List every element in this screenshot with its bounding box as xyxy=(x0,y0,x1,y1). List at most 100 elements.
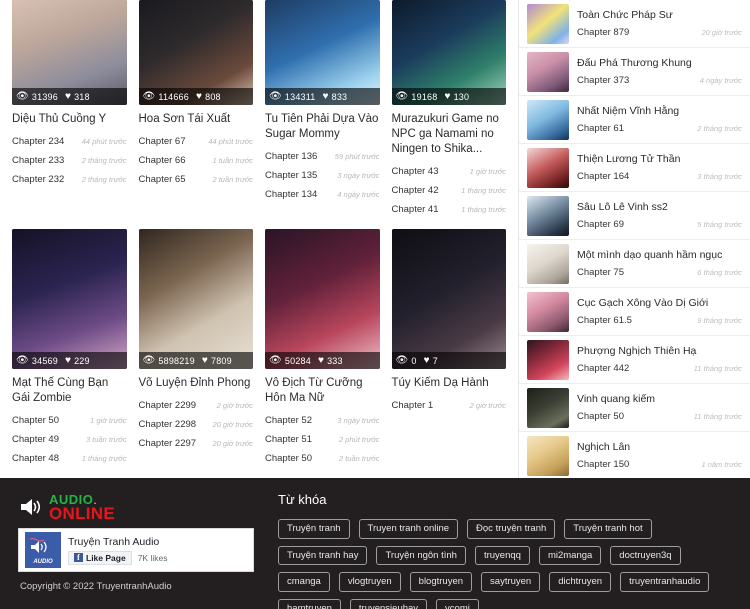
keyword-tag[interactable]: Truyện tranh xyxy=(278,519,350,539)
comic-title[interactable]: Vô Địch Từ Cưỡng Hôn Ma Nữ xyxy=(265,376,380,406)
sidebar-chapter[interactable]: Chapter 442 xyxy=(577,363,629,374)
sidebar-chapter[interactable]: Chapter 879 xyxy=(577,27,629,38)
keyword-tag[interactable]: Đọc truyện tranh xyxy=(467,519,556,539)
comic-thumbnail[interactable]: 👁 19168 ♥ 130 xyxy=(391,0,506,105)
sidebar-item-sau-lo-le-vinh-ss2[interactable]: Sâu Lô Lê Vinh ss2 Chapter 69 5 tháng tr… xyxy=(519,192,750,240)
comic-thumbnail[interactable]: 👁 5898219 ♥ 7809 xyxy=(138,229,253,369)
sidebar-item-title[interactable]: Toàn Chức Pháp Sư xyxy=(577,9,742,21)
keyword-tag[interactable]: vlogtruyen xyxy=(338,572,401,592)
sidebar-item-cuc-gach-xong-vao-di-gioi[interactable]: Cục Gạch Xông Vào Dị Giới Chapter 61.5 9… xyxy=(519,288,750,336)
sidebar-chapter[interactable]: Chapter 150 xyxy=(577,459,629,470)
keyword-tag[interactable]: vcomi xyxy=(436,598,479,609)
chapter-row[interactable]: Chapter 48 1 tháng trước xyxy=(12,449,127,468)
keyword-tag[interactable]: Truyện tranh hay xyxy=(278,545,368,565)
chapter-row[interactable]: Chapter 67 44 phút trước xyxy=(139,132,254,151)
comic-thumbnail[interactable]: 👁 114666 ♥ 808 xyxy=(138,0,253,105)
chapter-row[interactable]: Chapter 1 2 giờ trước xyxy=(392,396,507,415)
comic-thumbnail[interactable]: 👁 34569 ♥ 229 xyxy=(12,229,127,369)
comic-title[interactable]: Túy Kiếm Dạ Hành xyxy=(392,376,507,391)
chapter-row[interactable]: Chapter 51 2 phút trước xyxy=(265,430,380,449)
keyword-tag[interactable]: Truyen tranh online xyxy=(358,519,459,539)
sidebar-item-title[interactable]: Vinh quang kiếm xyxy=(577,393,742,405)
sidebar-item-title[interactable]: Một mình dạo quanh hầm ngục xyxy=(577,249,742,261)
sidebar-thumbnail[interactable] xyxy=(527,99,569,140)
keyword-tag[interactable]: saytruyen xyxy=(481,572,541,592)
chapter-row[interactable]: Chapter 66 1 tuần trước xyxy=(139,151,254,170)
chapter-row[interactable]: Chapter 41 1 tháng trước xyxy=(392,200,507,219)
chapter-row[interactable]: Chapter 2297 20 giờ trước xyxy=(139,434,254,453)
comic-card[interactable]: 👁 0 ♥ 7 Túy Kiếm Dạ Hành Chapter 1 2 giờ… xyxy=(386,229,513,472)
chapter-row[interactable]: Chapter 233 2 tháng trước xyxy=(12,151,127,170)
sidebar-chapter[interactable]: Chapter 69 xyxy=(577,219,624,230)
sidebar-item-toan-chuc-phap-su[interactable]: Toàn Chức Pháp Sư Chapter 879 20 giờ trư… xyxy=(519,0,750,48)
sidebar-item-nghich-lan[interactable]: Nghịch Lân Chapter 150 1 năm trước xyxy=(519,432,750,478)
sidebar-item-title[interactable]: Nghịch Lân xyxy=(577,441,742,453)
comic-card[interactable]: 👁 114666 ♥ 808 Hoa Sơn Tái Xuất Chapter … xyxy=(133,0,260,223)
keyword-tag[interactable]: dichtruyen xyxy=(549,572,612,592)
comic-title[interactable]: Tu Tiên Phải Dựa Vào Sugar Mommy xyxy=(265,112,380,142)
sidebar-thumbnail[interactable] xyxy=(527,291,569,332)
facebook-page-plugin[interactable]: AUDIO Truyện Tranh Audio f Like Page 7K … xyxy=(18,528,254,572)
comic-card[interactable]: 👁 5898219 ♥ 7809 Võ Luyện Đỉnh Phong Cha… xyxy=(133,229,260,472)
chapter-row[interactable]: Chapter 135 3 ngày trước xyxy=(265,166,380,185)
comic-title[interactable]: Mạt Thế Cùng Bạn Gái Zombie xyxy=(12,376,127,406)
comic-title[interactable]: Diệu Thủ Cuồng Y xyxy=(12,112,127,127)
sidebar-chapter[interactable]: Chapter 164 xyxy=(577,171,629,182)
sidebar-chapter[interactable]: Chapter 61 xyxy=(577,123,624,134)
chapter-row[interactable]: Chapter 42 1 tháng trước xyxy=(392,181,507,200)
sidebar-item-phuong-nghich-thien-ha[interactable]: Phượng Nghịch Thiên Hạ Chapter 442 11 th… xyxy=(519,336,750,384)
keyword-tag[interactable]: truyenqq xyxy=(474,545,530,565)
keyword-tag[interactable]: truyensieuhay xyxy=(349,598,428,609)
sidebar-chapter[interactable]: Chapter 61.5 xyxy=(577,315,632,326)
chapter-row[interactable]: Chapter 2299 2 giờ trước xyxy=(139,396,254,415)
sidebar-thumbnail[interactable] xyxy=(527,339,569,380)
keyword-tag[interactable]: cmanga xyxy=(278,572,330,592)
comic-thumbnail[interactable]: 👁 134311 ♥ 833 xyxy=(265,0,380,105)
keyword-tag[interactable]: hamtruyen xyxy=(278,598,341,609)
comic-card[interactable]: 👁 134311 ♥ 833 Tu Tiên Phải Dựa Vào Suga… xyxy=(259,0,386,223)
chapter-row[interactable]: Chapter 43 1 giờ trước xyxy=(392,162,507,181)
chapter-row[interactable]: Chapter 134 4 ngày trước xyxy=(265,185,380,204)
sidebar-thumbnail[interactable] xyxy=(527,51,569,92)
sidebar-item-title[interactable]: Nhất Niệm Vĩnh Hằng xyxy=(577,105,742,117)
keyword-tag[interactable]: Truyện ngôn tình xyxy=(376,545,466,565)
chapter-row[interactable]: Chapter 232 2 tháng trước xyxy=(12,170,127,189)
sidebar-item-title[interactable]: Cục Gạch Xông Vào Dị Giới xyxy=(577,297,742,309)
comic-card[interactable]: 👁 34569 ♥ 229 Mạt Thế Cùng Bạn Gái Zombi… xyxy=(6,229,133,472)
sidebar-chapter[interactable]: Chapter 373 xyxy=(577,75,629,86)
comic-card[interactable]: 👁 19168 ♥ 130 Murazukuri Game no NPC ga … xyxy=(386,0,513,223)
comic-card[interactable]: 👁 31396 ♥ 318 Diệu Thủ Cuồng Y Chapter 2… xyxy=(6,0,133,223)
chapter-row[interactable]: Chapter 52 3 ngày trước xyxy=(265,411,380,430)
comic-card[interactable]: 👁 50284 ♥ 333 Vô Địch Từ Cưỡng Hôn Ma Nữ… xyxy=(259,229,386,472)
sidebar-item-title[interactable]: Thiện Lương Tử Thần xyxy=(577,153,742,165)
chapter-row[interactable]: Chapter 65 2 tuần trước xyxy=(139,170,254,189)
sidebar-item-title[interactable]: Đấu Phá Thương Khung xyxy=(577,57,742,69)
keyword-tag[interactable]: mi2manga xyxy=(538,545,602,565)
sidebar-thumbnail[interactable] xyxy=(527,3,569,44)
sidebar-item-dau-pha-thuong-khung[interactable]: Đấu Phá Thương Khung Chapter 373 4 ngày … xyxy=(519,48,750,96)
keyword-tag[interactable]: blogtruyen xyxy=(409,572,473,592)
sidebar-item-nhat-niem-vinh-hang[interactable]: Nhất Niệm Vĩnh Hằng Chapter 61 2 tháng t… xyxy=(519,96,750,144)
sidebar-thumbnail[interactable] xyxy=(527,435,569,476)
comic-title[interactable]: Murazukuri Game no NPC ga Namami no Ning… xyxy=(392,112,507,157)
facebook-like-button[interactable]: f Like Page xyxy=(68,550,132,565)
comic-title[interactable]: Hoa Sơn Tái Xuất xyxy=(139,112,254,127)
chapter-row[interactable]: Chapter 2298 20 giờ trước xyxy=(139,415,254,434)
sidebar-item-title[interactable]: Phượng Nghịch Thiên Hạ xyxy=(577,345,742,357)
sidebar-chapter[interactable]: Chapter 75 xyxy=(577,267,624,278)
facebook-page-name[interactable]: Truyện Tranh Audio xyxy=(68,536,247,548)
sidebar-chapter[interactable]: Chapter 50 xyxy=(577,411,624,422)
sidebar-thumbnail[interactable] xyxy=(527,243,569,284)
keyword-tag[interactable]: doctruyen3q xyxy=(610,545,681,565)
sidebar-item-mot-minh-dao-quanh-ham-nguc[interactable]: Một mình dạo quanh hầm ngục Chapter 75 6… xyxy=(519,240,750,288)
comic-title[interactable]: Võ Luyện Đỉnh Phong xyxy=(139,376,254,391)
sidebar-thumbnail[interactable] xyxy=(527,147,569,188)
sidebar-thumbnail[interactable] xyxy=(527,195,569,236)
chapter-row[interactable]: Chapter 50 1 giờ trước xyxy=(12,411,127,430)
keyword-tag[interactable]: truyentranhaudio xyxy=(620,572,710,592)
site-logo[interactable]: AUDIO. ONLINE xyxy=(20,492,264,522)
chapter-row[interactable]: Chapter 50 2 tuần trước xyxy=(265,449,380,468)
sidebar-thumbnail[interactable] xyxy=(527,387,569,428)
sidebar-item-vinh-quang-kiem[interactable]: Vinh quang kiếm Chapter 50 11 tháng trướ… xyxy=(519,384,750,432)
chapter-row[interactable]: Chapter 234 44 phút trước xyxy=(12,132,127,151)
